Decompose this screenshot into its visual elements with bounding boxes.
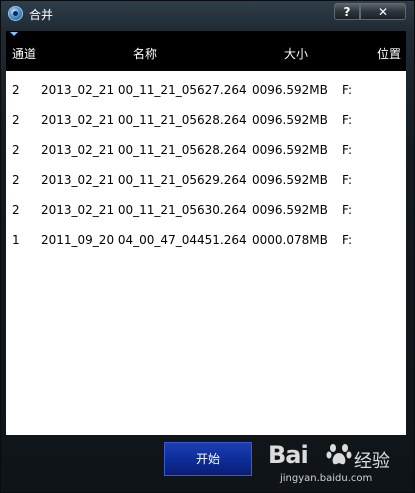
watermark-url: jingyan.baidu.com	[280, 473, 373, 484]
cell-size: 0096.592MB	[252, 203, 328, 217]
column-header-location[interactable]: 位置	[377, 45, 401, 62]
table-row[interactable]: 2 2013_02_21 00_11_21_05629.264 0096.592…	[6, 163, 406, 193]
cell-channel: 2	[12, 113, 20, 127]
cell-location: F:	[342, 203, 353, 217]
cell-size: 0096.592MB	[252, 173, 328, 187]
cell-name: 2013_02_21 00_11_21_05627.264	[41, 83, 247, 97]
cell-location: F:	[342, 233, 353, 247]
cell-channel: 2	[12, 173, 20, 187]
table-row[interactable]: 2 2013_02_21 00_11_21_05628.264 0096.592…	[6, 133, 406, 163]
cell-name: 2013_02_21 00_11_21_05628.264	[41, 113, 247, 127]
table-row[interactable]: 2 2013_02_21 00_11_21_05630.264 0096.592…	[6, 193, 406, 223]
column-header-name[interactable]: 名称	[133, 45, 157, 62]
sort-indicator-icon	[10, 32, 18, 36]
title-bar[interactable]: 合并 ? ✕	[1, 1, 414, 27]
paw-icon	[326, 444, 352, 465]
cell-name: 2013_02_21 00_11_21_05628.264	[41, 143, 247, 157]
cell-name: 2013_02_21 00_11_21_05630.264	[41, 203, 247, 217]
cell-location: F:	[342, 173, 353, 187]
cell-channel: 2	[12, 83, 20, 97]
cell-channel: 1	[12, 233, 20, 247]
help-button[interactable]: ?	[334, 3, 360, 20]
table-row[interactable]: 2 2013_02_21 00_11_21_05627.264 0096.592…	[6, 73, 406, 103]
file-list[interactable]: 2 2013_02_21 00_11_21_05627.264 0096.592…	[6, 71, 406, 435]
cell-channel: 2	[12, 143, 20, 157]
start-button[interactable]: 开始	[164, 442, 252, 476]
cell-channel: 2	[12, 203, 20, 217]
watermark-suffix-text: 经验	[354, 451, 390, 472]
cell-location: F:	[342, 113, 353, 127]
table-row[interactable]: 1 2011_09_20 04_00_47_04451.264 0000.078…	[6, 223, 406, 253]
cell-size: 0096.592MB	[252, 83, 328, 97]
merge-window: 合并 ? ✕ 通道 名称 大小 位置 2 2013_02_21 00_11_21…	[0, 0, 415, 493]
app-icon	[8, 6, 23, 21]
close-button[interactable]: ✕	[360, 3, 406, 20]
table-header: 通道 名称 大小 位置	[6, 31, 406, 71]
cell-size: 0096.592MB	[252, 113, 328, 127]
cell-location: F:	[342, 143, 353, 157]
column-header-size[interactable]: 大小	[284, 45, 308, 62]
table-row[interactable]: 2 2013_02_21 00_11_21_05628.264 0096.592…	[6, 103, 406, 133]
cell-size: 0000.078MB	[252, 233, 328, 247]
cell-name: 2011_09_20 04_00_47_04451.264	[41, 233, 247, 247]
cell-location: F:	[342, 83, 353, 97]
column-header-channel[interactable]: 通道	[12, 45, 36, 62]
watermark-logo-text: Bai	[268, 441, 309, 469]
cell-name: 2013_02_21 00_11_21_05629.264	[41, 173, 247, 187]
cell-size: 0096.592MB	[252, 143, 328, 157]
window-title: 合并	[29, 8, 54, 22]
baidu-watermark: Bai 经验 jingyan.baidu.com	[268, 437, 413, 493]
